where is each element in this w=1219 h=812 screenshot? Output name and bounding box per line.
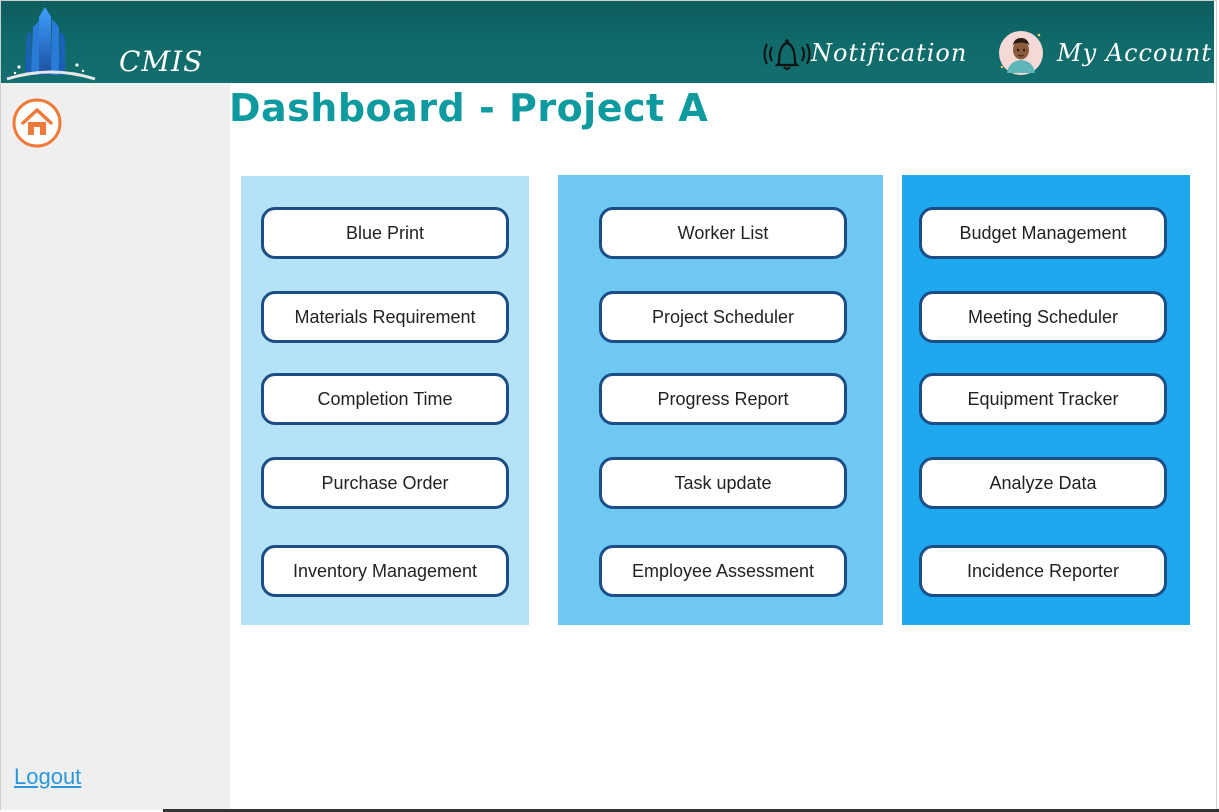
- page-title: Dashboard - Project A: [229, 86, 709, 130]
- purchase-order-button[interactable]: Purchase Order: [261, 457, 509, 509]
- my-account-button[interactable]: My Account: [997, 27, 1212, 79]
- employee-assessment-button[interactable]: Employee Assessment: [599, 545, 847, 597]
- panel-2: Worker List Project Scheduler Progress R…: [558, 175, 883, 625]
- my-account-label: My Account: [1057, 39, 1212, 67]
- sidebar: [1, 83, 230, 810]
- equipment-tracker-button[interactable]: Equipment Tracker: [919, 373, 1167, 425]
- analyze-data-button[interactable]: Analyze Data: [919, 457, 1167, 509]
- notification-label: Notification: [811, 39, 968, 67]
- panel-1: Blue Print Materials Requirement Complet…: [241, 176, 529, 625]
- bell-icon: [763, 39, 811, 70]
- notification-button[interactable]: Notification: [763, 33, 967, 73]
- inventory-management-button[interactable]: Inventory Management: [261, 545, 509, 597]
- budget-management-button[interactable]: Budget Management: [919, 207, 1167, 259]
- panel-3: Budget Management Meeting Scheduler Equi…: [902, 175, 1190, 625]
- avatar-icon: [999, 31, 1043, 75]
- app-title: CMIS: [119, 45, 204, 78]
- project-scheduler-button[interactable]: Project Scheduler: [599, 291, 847, 343]
- worker-list-button[interactable]: Worker List: [599, 207, 847, 259]
- task-update-button[interactable]: Task update: [599, 457, 847, 509]
- completion-time-button[interactable]: Completion Time: [261, 373, 509, 425]
- progress-report-button[interactable]: Progress Report: [599, 373, 847, 425]
- home-icon[interactable]: [11, 97, 63, 149]
- blue-print-button[interactable]: Blue Print: [261, 207, 509, 259]
- top-header: CMIS Notification My Account: [1, 1, 1214, 83]
- building-logo-icon: [6, 7, 96, 81]
- meeting-scheduler-button[interactable]: Meeting Scheduler: [919, 291, 1167, 343]
- logout-link[interactable]: Logout: [14, 764, 81, 790]
- incidence-reporter-button[interactable]: Incidence Reporter: [919, 545, 1167, 597]
- materials-requirement-button[interactable]: Materials Requirement: [261, 291, 509, 343]
